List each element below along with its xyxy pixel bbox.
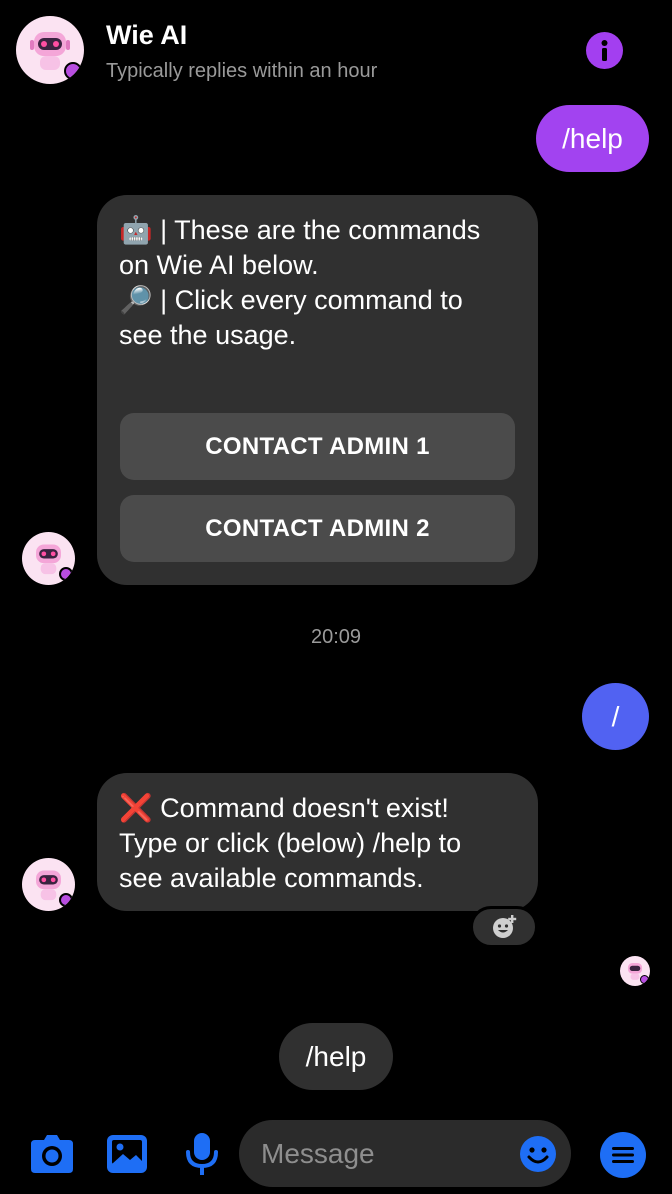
- header-avatar[interactable]: [16, 16, 84, 84]
- info-button[interactable]: [586, 32, 623, 69]
- message-input[interactable]: [261, 1120, 511, 1187]
- bot-avatar[interactable]: [22, 858, 75, 911]
- message-composer[interactable]: [239, 1120, 571, 1187]
- message-line: see the usage.: [119, 320, 297, 350]
- status-dot: [64, 62, 82, 80]
- menu-icon: [612, 1147, 634, 1163]
- bot-message-commands[interactable]: 🤖 | These are the commands on Wie AI bel…: [97, 195, 538, 585]
- message-line: see available commands.: [119, 863, 424, 893]
- menu-button[interactable]: [600, 1132, 646, 1178]
- read-receipt-avatar: [620, 956, 650, 986]
- outgoing-message-slash[interactable]: /: [582, 683, 649, 750]
- status-dot: [59, 567, 73, 581]
- info-icon: [601, 40, 608, 61]
- image-icon: [107, 1135, 147, 1173]
- message-line: 🤖 | These are the commands: [119, 215, 481, 245]
- chat-title: Wie AI: [106, 20, 188, 50]
- bot-message-error[interactable]: ❌ Command doesn't exist! Type or click (…: [97, 773, 538, 911]
- chat-subtitle: Typically replies within an hour: [106, 60, 378, 82]
- camera-button[interactable]: [30, 1134, 74, 1174]
- bot-avatar[interactable]: [22, 532, 75, 585]
- gallery-button[interactable]: [106, 1134, 148, 1174]
- add-reaction-icon: [493, 915, 517, 938]
- status-dot: [59, 893, 73, 907]
- message-line: Type or click (below) /help to: [119, 828, 462, 858]
- message-line: 🔎 | Click every command to: [119, 285, 463, 315]
- emoji-icon: [520, 1136, 556, 1172]
- message-line: on Wie AI below.: [119, 250, 319, 280]
- emoji-button[interactable]: [519, 1135, 557, 1173]
- add-reaction-button[interactable]: [470, 906, 538, 948]
- quick-reply-help[interactable]: /help: [279, 1023, 393, 1090]
- status-dot: [640, 975, 649, 984]
- message-timestamp: 20:09: [310, 626, 362, 648]
- microphone-button[interactable]: [184, 1132, 220, 1176]
- outgoing-message-help[interactable]: /help: [536, 105, 649, 172]
- message-line: ❌ Command doesn't exist!: [119, 793, 449, 823]
- contact-admin-1-button[interactable]: CONTACT ADMIN 1: [120, 413, 515, 480]
- camera-icon: [31, 1135, 73, 1173]
- contact-admin-2-button[interactable]: CONTACT ADMIN 2: [120, 495, 515, 562]
- microphone-icon: [186, 1133, 218, 1175]
